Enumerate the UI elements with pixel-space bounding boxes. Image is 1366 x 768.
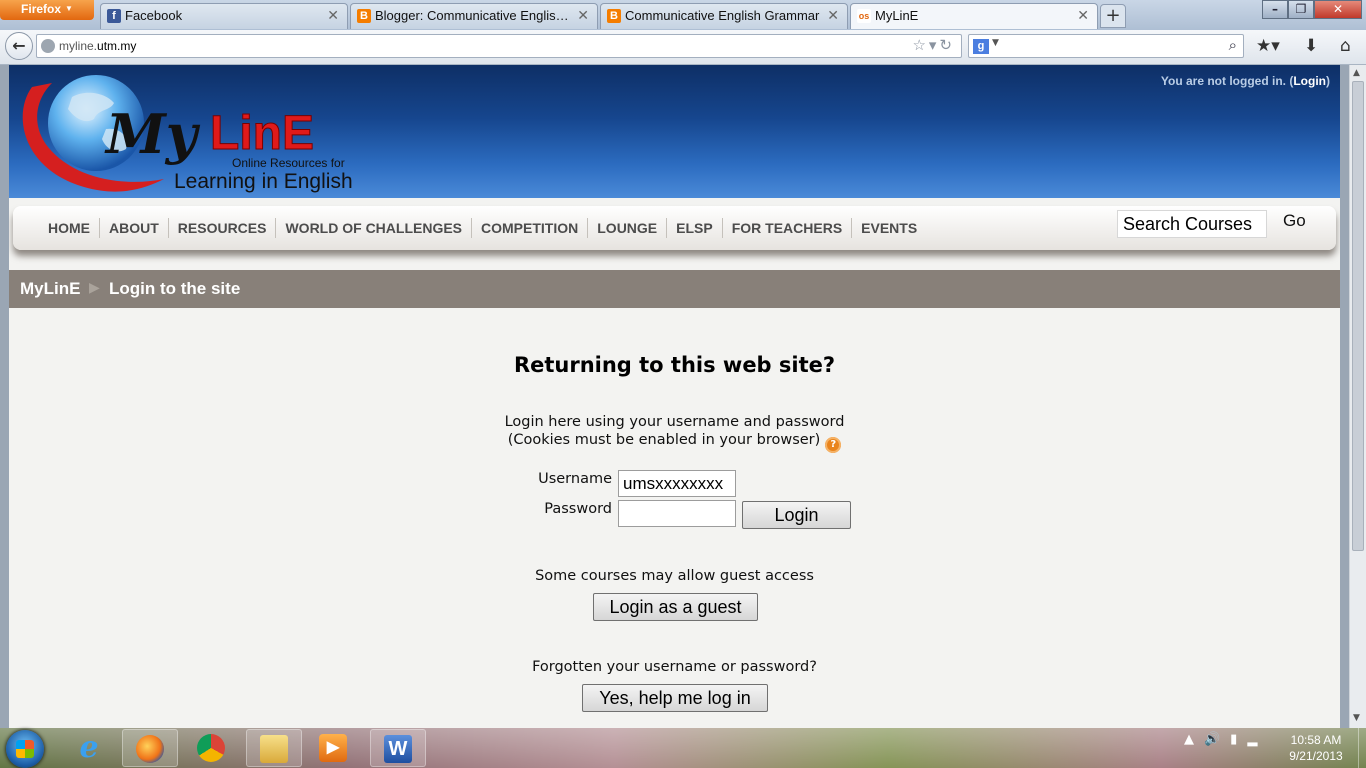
- close-tab-icon[interactable]: ✕: [1077, 7, 1089, 24]
- navigation-toolbar: ← myline.utm.my ☆▾↻ g ▼ ⌕ ★▾ ⬇ ⌂: [0, 30, 1366, 65]
- blogger-icon: B: [357, 9, 371, 23]
- bookmarks-icon[interactable]: ★▾: [1256, 36, 1280, 56]
- login-heading: Returning to this web site?: [513, 353, 836, 377]
- nav-lounge[interactable]: LOUNGE: [588, 218, 668, 238]
- url-text: myline.utm.my: [59, 39, 137, 53]
- new-tab-button[interactable]: +: [1100, 4, 1126, 28]
- google-icon[interactable]: g: [973, 39, 989, 54]
- taskbar-internet-explorer[interactable]: e: [62, 729, 118, 767]
- nav-home[interactable]: HOME: [39, 218, 100, 238]
- caret-down-icon: ▼: [992, 38, 999, 48]
- windows-logo-icon: [16, 740, 34, 758]
- login-as-guest-button[interactable]: Login as a guest: [593, 593, 758, 621]
- tab-title: MyLinE: [875, 8, 919, 23]
- globe-icon: [41, 39, 55, 53]
- back-button[interactable]: ←: [5, 32, 33, 60]
- blogger-icon: B: [607, 9, 621, 23]
- myline-logo[interactable]: My LinE Online Resources for Learning in…: [14, 69, 359, 194]
- nav-competition[interactable]: COMPETITION: [472, 218, 589, 238]
- clock-date: 9/21/2013: [1289, 749, 1343, 763]
- folder-icon: [260, 735, 288, 763]
- go-button[interactable]: Go: [1283, 211, 1306, 231]
- url-bar[interactable]: myline.utm.my ☆▾↻: [36, 34, 962, 58]
- logo-tagline-1: Online Resources for: [232, 156, 345, 170]
- course-search-input[interactable]: Search Courses: [1117, 210, 1267, 238]
- login-status: You are not logged in. (Login): [1160, 74, 1330, 88]
- close-tab-icon[interactable]: ✕: [327, 7, 339, 24]
- password-label: Password: [544, 501, 612, 517]
- close-tab-icon[interactable]: ✕: [577, 7, 589, 24]
- firefox-icon: [136, 735, 164, 763]
- page-viewport: My LinE Online Resources for Learning in…: [9, 65, 1340, 728]
- start-button[interactable]: [6, 730, 44, 768]
- nav-events[interactable]: EVENTS: [852, 218, 926, 238]
- search-icon[interactable]: ⌕: [1229, 36, 1237, 54]
- nav-elsp[interactable]: ELSP: [667, 218, 723, 238]
- myline-icon: os: [857, 9, 871, 23]
- breadcrumb-current: Login to the site: [109, 279, 241, 298]
- logo-text-line: LinE: [210, 107, 314, 160]
- play-icon: ▶: [319, 734, 347, 762]
- site-header: My LinE Online Resources for Learning in…: [9, 65, 1340, 198]
- internet-explorer-icon: e: [79, 730, 99, 765]
- facebook-icon: f: [107, 9, 121, 23]
- system-tray-icons[interactable]: ▲🔊▮▂: [1184, 732, 1267, 747]
- nav-for-teachers[interactable]: FOR TEACHERS: [723, 218, 853, 238]
- taskbar-firefox[interactable]: [122, 729, 178, 767]
- web-search-bar[interactable]: g ▼ ⌕: [968, 34, 1244, 58]
- tab-strip: Firefox ▼ f Facebook ✕ B Blogger: Communi…: [0, 0, 1366, 30]
- tab-facebook[interactable]: f Facebook ✕: [100, 3, 348, 29]
- caret-down-icon: ▼: [65, 4, 73, 13]
- bookmark-star-icon[interactable]: ☆▾↻: [912, 36, 955, 54]
- main-nav-bar: HOME ABOUT RESOURCES WORLD OF CHALLENGES…: [13, 206, 1336, 250]
- tab-myline[interactable]: os MyLinE ✕: [850, 3, 1098, 29]
- tab-title: Communicative English Grammar: [625, 8, 820, 23]
- close-tab-icon[interactable]: ✕: [827, 7, 839, 24]
- breadcrumb-home-link[interactable]: MyLinE: [20, 279, 80, 299]
- logo-tagline-2: Learning in English: [174, 170, 353, 193]
- windows-taskbar: e ▶ W ▲🔊▮▂ 10:58 AM 9/21/2013: [0, 728, 1366, 768]
- firefox-menu-label: Firefox: [21, 2, 62, 16]
- downloads-icon[interactable]: ⬇: [1304, 36, 1318, 56]
- username-label: Username: [538, 471, 612, 487]
- help-icon[interactable]: ?: [825, 437, 842, 453]
- help-me-log-in-button[interactable]: Yes, help me log in: [582, 684, 768, 712]
- maximize-button[interactable]: ❐: [1288, 0, 1314, 19]
- password-input[interactable]: [618, 500, 736, 527]
- breadcrumb-arrow-icon: ▶: [89, 280, 100, 296]
- breadcrumb: MyLinE ▶ Login to the site: [9, 270, 1340, 308]
- taskbar-word[interactable]: W: [370, 729, 426, 767]
- vertical-scrollbar[interactable]: ▲ ▼: [1349, 65, 1366, 728]
- taskbar-file-explorer[interactable]: [246, 729, 302, 767]
- nav-about[interactable]: ABOUT: [100, 218, 169, 238]
- forgot-password-note: Forgotten your username or password?: [532, 659, 817, 675]
- word-icon: W: [384, 735, 412, 763]
- taskbar-clock[interactable]: 10:58 AM 9/21/2013: [1276, 732, 1356, 764]
- scroll-up-icon[interactable]: ▲: [1353, 68, 1360, 78]
- logo-text-my: My: [104, 102, 201, 166]
- taskbar-media-player[interactable]: ▶: [306, 729, 362, 767]
- chrome-icon: [197, 734, 225, 762]
- firefox-menu-button[interactable]: Firefox ▼: [0, 0, 94, 20]
- nav-world-of-challenges[interactable]: WORLD OF CHALLENGES: [276, 218, 473, 238]
- minimize-button[interactable]: –: [1262, 0, 1288, 19]
- tab-blogger[interactable]: B Blogger: Communicative English Gra... …: [350, 3, 598, 29]
- login-panel: Returning to this web site? Login here u…: [9, 308, 1340, 728]
- tab-title: Blogger: Communicative English Gra...: [375, 8, 571, 23]
- close-window-button[interactable]: ✕: [1314, 0, 1362, 19]
- guest-access-note: Some courses may allow guest access: [535, 568, 814, 584]
- scroll-down-icon[interactable]: ▼: [1353, 713, 1360, 723]
- username-input[interactable]: umsxxxxxxxx: [618, 470, 736, 497]
- scrollbar-thumb[interactable]: [1352, 81, 1364, 551]
- login-description: Login here using your username and passw…: [9, 413, 1340, 453]
- header-login-link[interactable]: Login: [1293, 74, 1326, 88]
- show-desktop-button[interactable]: [1358, 728, 1366, 768]
- home-icon[interactable]: ⌂: [1340, 36, 1351, 56]
- clock-time: 10:58 AM: [1290, 733, 1342, 747]
- tab-title: Facebook: [125, 8, 183, 23]
- nav-resources[interactable]: RESOURCES: [169, 218, 277, 238]
- taskbar-chrome[interactable]: [184, 729, 240, 767]
- tab-communicative-english[interactable]: B Communicative English Grammar ✕: [600, 3, 848, 29]
- login-button[interactable]: Login: [742, 501, 851, 529]
